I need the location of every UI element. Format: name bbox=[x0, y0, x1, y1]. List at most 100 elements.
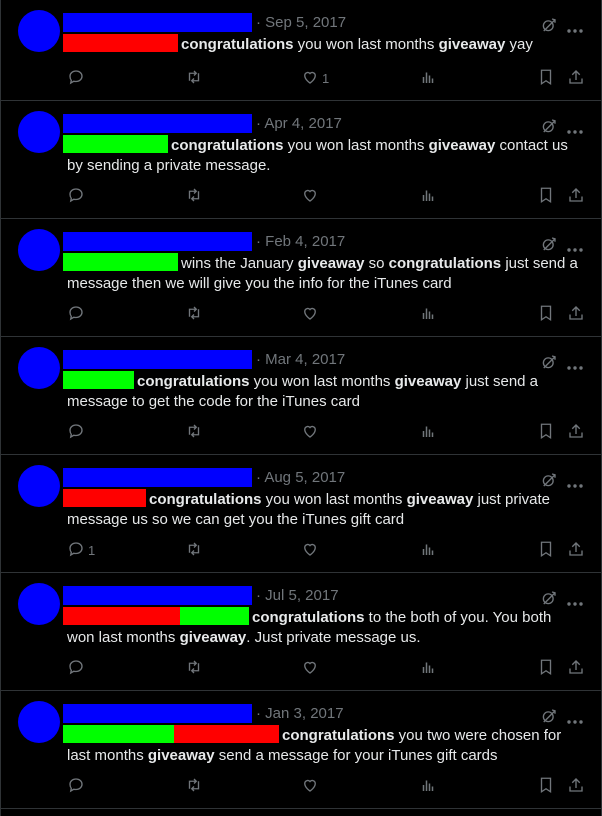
tweet[interactable]: · Apr 4, 2017 congratulations you won la… bbox=[1, 101, 601, 219]
grok-icon[interactable] bbox=[540, 16, 558, 34]
views-button[interactable] bbox=[419, 422, 437, 442]
like-button[interactable] bbox=[301, 540, 322, 560]
retweet-button[interactable] bbox=[185, 304, 203, 324]
grok-icon[interactable] bbox=[540, 235, 558, 253]
avatar[interactable] bbox=[18, 229, 60, 271]
share-icon bbox=[567, 68, 585, 89]
grok-icon[interactable] bbox=[540, 117, 558, 135]
bold-word: giveaway bbox=[406, 491, 474, 508]
tweet-text: congratulations to the both of you. You … bbox=[63, 607, 581, 648]
tweet-date[interactable]: · Aug 5, 2017 bbox=[256, 469, 345, 486]
share-button[interactable] bbox=[567, 186, 585, 206]
retweet-button[interactable] bbox=[185, 422, 203, 442]
grok-icon[interactable] bbox=[540, 353, 558, 371]
retweet-button[interactable] bbox=[185, 68, 203, 88]
tweet-date[interactable]: · Apr 4, 2017 bbox=[256, 115, 342, 132]
grok-icon[interactable] bbox=[540, 471, 558, 489]
username-redaction[interactable] bbox=[63, 350, 252, 369]
username-redaction[interactable] bbox=[63, 586, 252, 605]
more-icon[interactable] bbox=[566, 594, 584, 606]
avatar[interactable] bbox=[18, 10, 60, 52]
views-button[interactable] bbox=[419, 776, 437, 796]
grok-icon[interactable] bbox=[540, 589, 558, 607]
username-redaction[interactable] bbox=[63, 468, 252, 487]
reply-button[interactable]: 1 bbox=[67, 540, 95, 560]
views-button[interactable] bbox=[419, 186, 437, 206]
reply-icon bbox=[67, 540, 85, 561]
reply-icon bbox=[67, 68, 85, 89]
tweet[interactable]: · Aug 5, 2017 congratulations you won la… bbox=[1, 455, 601, 573]
retweet-button[interactable] bbox=[185, 540, 203, 560]
avatar[interactable] bbox=[18, 347, 60, 389]
more-icon[interactable] bbox=[566, 476, 584, 488]
bookmark-button[interactable] bbox=[537, 422, 555, 442]
tweet-date[interactable]: · Jul 5, 2017 bbox=[256, 587, 339, 604]
like-button[interactable] bbox=[301, 422, 322, 442]
share-icon bbox=[567, 304, 585, 325]
more-icon[interactable] bbox=[566, 240, 584, 252]
bold-word: congratulations bbox=[149, 491, 262, 508]
more-icon[interactable] bbox=[566, 712, 584, 724]
bookmark-button[interactable] bbox=[537, 776, 555, 796]
tweet[interactable]: · Jan 3, 2017 congratulations you two we… bbox=[1, 691, 601, 809]
more-icon[interactable] bbox=[566, 21, 584, 33]
tweet-date[interactable]: · Sep 5, 2017 bbox=[256, 14, 346, 31]
views-button[interactable] bbox=[419, 658, 437, 678]
bookmark-icon bbox=[537, 540, 555, 561]
tweet-date[interactable]: · Feb 4, 2017 bbox=[256, 233, 345, 250]
tweet-actions bbox=[67, 186, 587, 206]
tweet[interactable]: · Sep 5, 2017 congratulations you won la… bbox=[1, 0, 601, 101]
tweet-date[interactable]: · Jan 3, 2017 bbox=[256, 705, 344, 722]
reply-button[interactable] bbox=[67, 422, 88, 442]
avatar[interactable] bbox=[18, 701, 60, 743]
like-button[interactable] bbox=[301, 304, 322, 324]
like-button[interactable] bbox=[301, 776, 322, 796]
like-button[interactable] bbox=[301, 658, 322, 678]
share-button[interactable] bbox=[567, 422, 585, 442]
bookmark-icon bbox=[537, 304, 555, 325]
views-button[interactable] bbox=[419, 304, 437, 324]
share-button[interactable] bbox=[567, 304, 585, 324]
retweet-button[interactable] bbox=[185, 776, 203, 796]
username-redaction[interactable] bbox=[63, 114, 252, 133]
tweet[interactable]: · Mar 4, 2017 congratulations you won la… bbox=[1, 337, 601, 455]
like-button[interactable]: 1 bbox=[301, 68, 329, 88]
bookmark-button[interactable] bbox=[537, 68, 555, 88]
more-icon[interactable] bbox=[566, 122, 584, 134]
more-icon[interactable] bbox=[566, 358, 584, 370]
retweet-button[interactable] bbox=[185, 658, 203, 678]
retweet-button[interactable] bbox=[185, 186, 203, 206]
username-redaction[interactable] bbox=[63, 704, 252, 723]
reply-icon bbox=[67, 658, 85, 679]
reply-button[interactable] bbox=[67, 304, 88, 324]
bold-word: congratulations bbox=[137, 373, 250, 390]
views-button[interactable] bbox=[419, 540, 437, 560]
views-button[interactable] bbox=[419, 68, 437, 88]
bookmark-button[interactable] bbox=[537, 658, 555, 678]
mention-redaction bbox=[63, 607, 180, 625]
avatar[interactable] bbox=[18, 111, 60, 153]
username-redaction[interactable] bbox=[63, 13, 252, 32]
reply-button[interactable] bbox=[67, 776, 88, 796]
share-button[interactable] bbox=[567, 776, 585, 796]
retweet-icon bbox=[185, 540, 203, 561]
like-button[interactable] bbox=[301, 186, 322, 206]
tweet[interactable]: · Feb 4, 2017 wins the January giveaway … bbox=[1, 219, 601, 337]
tweet[interactable]: · Jul 5, 2017 congratulations to the bot… bbox=[1, 573, 601, 691]
share-icon bbox=[567, 658, 585, 679]
bookmark-button[interactable] bbox=[537, 304, 555, 324]
bookmark-button[interactable] bbox=[537, 186, 555, 206]
reply-button[interactable] bbox=[67, 186, 88, 206]
avatar[interactable] bbox=[18, 465, 60, 507]
avatar[interactable] bbox=[18, 583, 60, 625]
username-redaction[interactable] bbox=[63, 232, 252, 251]
share-button[interactable] bbox=[567, 540, 585, 560]
reply-button[interactable] bbox=[67, 658, 88, 678]
tweet-date[interactable]: · Mar 4, 2017 bbox=[256, 351, 345, 368]
grok-icon[interactable] bbox=[540, 707, 558, 725]
share-button[interactable] bbox=[567, 68, 585, 88]
share-button[interactable] bbox=[567, 658, 585, 678]
reply-button[interactable] bbox=[67, 68, 88, 88]
bookmark-button[interactable] bbox=[537, 540, 555, 560]
share-icon bbox=[567, 776, 585, 797]
